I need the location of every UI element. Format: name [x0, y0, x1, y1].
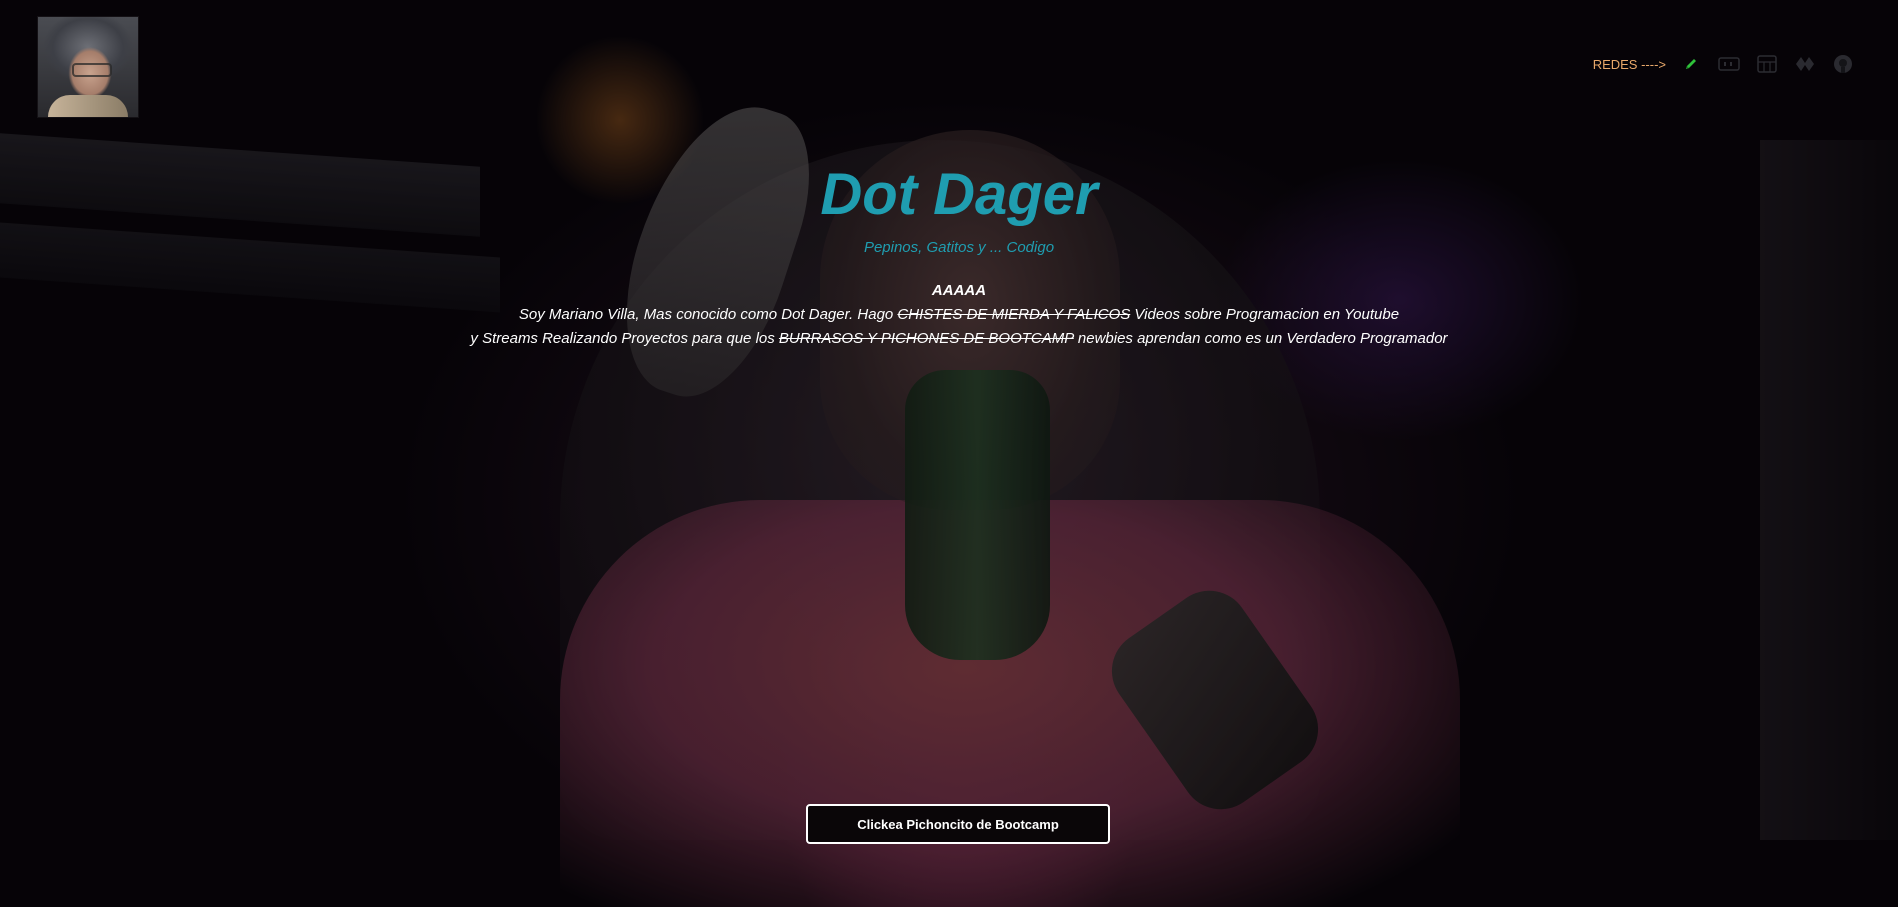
- twitch-icon[interactable]: [1716, 52, 1742, 76]
- page: REDES ----> Dot Dager Pepinos, Gatitos y…: [0, 0, 1898, 907]
- bio-line-1-struck: CHISTES DE MIERDA Y FALICOS: [897, 306, 1131, 323]
- avatar-glasses: [72, 63, 112, 77]
- social-nav: REDES ---->: [1593, 52, 1856, 76]
- bio-line-2-end: newbies aprendan como es un Verdadero Pr…: [1073, 330, 1448, 347]
- bio-line-2-struck: BURRASOS Y PICHONES DE BOOTCAMP: [778, 330, 1074, 347]
- cta-button[interactable]: Clickea Pichoncito de Bootcamp: [806, 804, 1110, 844]
- discord-icon[interactable]: [1792, 52, 1818, 76]
- avatar-body: [48, 95, 128, 117]
- bio-line-2-start: y Streams Realizando Proyectos para que …: [470, 330, 779, 347]
- avatar[interactable]: [38, 17, 138, 117]
- page-subtitle: Pepinos, Gatitos y ... Codigo: [863, 239, 1055, 256]
- nav-label: REDES ---->: [1592, 56, 1666, 72]
- bio-line-1-end: Videos sobre Programacion en Youtube: [1130, 306, 1400, 323]
- pencil-icon[interactable]: [1678, 52, 1704, 76]
- bio-heading: AAAAA: [931, 282, 987, 299]
- bio-line-2: y Streams Realizando Proyectos para que …: [0, 327, 1898, 351]
- bio: AAAAA Soy Mariano Villa, Mas conocido co…: [0, 279, 1898, 351]
- background-overlay: [0, 0, 1898, 907]
- youtube-icon[interactable]: [1754, 52, 1780, 76]
- github-icon[interactable]: [1830, 52, 1856, 76]
- bio-line-1: Soy Mariano Villa, Mas conocido como Dot…: [0, 303, 1898, 327]
- page-title: Dot Dager: [820, 162, 1098, 227]
- bio-line-1-start: Soy Mariano Villa, Mas conocido como Dot…: [518, 306, 898, 323]
